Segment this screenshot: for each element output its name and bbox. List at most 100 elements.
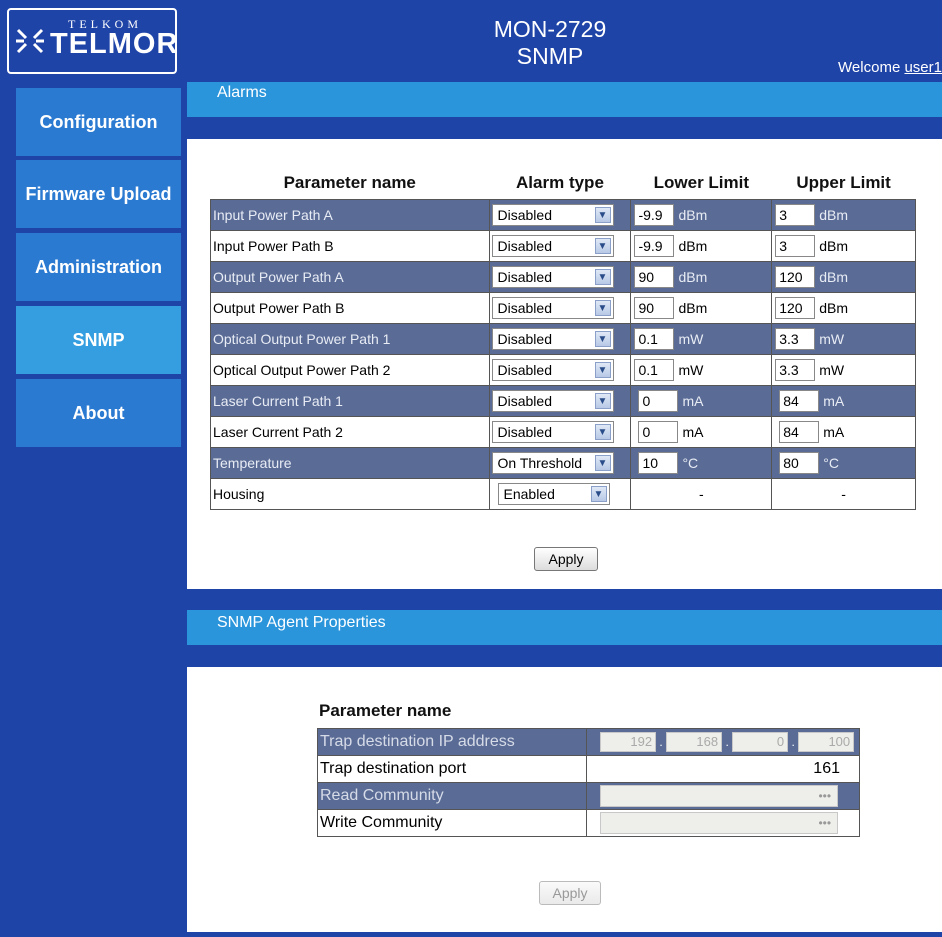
alarm-type-select[interactable]: Disabled ▼ [491,266,614,288]
chevron-down-icon[interactable]: ▼ [594,393,611,409]
alarm-type-cell: Disabled ▼ [488,230,632,262]
lower-limit-cell: 0.1 mW [630,323,773,355]
upper-limit-input[interactable]: 80 [779,452,820,474]
table-row: Input Power Path B Disabled ▼ -9.9 dBm 3 dBm [210,230,916,262]
parameter-name: Laser Current Path 1 [210,385,490,417]
parameter-name: Housing [210,478,490,510]
lower-limit-unit: dBm [678,269,708,285]
page-name: SNMP [516,43,584,69]
alarm-type-cell: Disabled ▼ [488,261,632,293]
alarm-type-value: Disabled [497,424,552,440]
chevron-down-icon[interactable]: ▼ [594,238,611,254]
upper-limit-unit: °C [823,455,839,471]
trap-ip-cell: 192 . 168 . 0 . 100 [586,728,860,756]
alarms-apply-button[interactable]: Apply [534,547,598,571]
alarm-type-value: Disabled [497,331,552,347]
upper-limit-input[interactable]: 84 [779,390,820,412]
col-header-parameter: Parameter name [283,173,416,192]
alarm-type-select[interactable]: Disabled ▼ [491,328,614,350]
trap-ip-octet-4[interactable]: 100 [798,732,855,752]
parameter-name: Optical Output Power Path 1 [210,323,490,355]
table-row: Write Community ••• [316,809,860,837]
lower-limit-unit: mW [678,362,704,378]
upper-limit-unit: mA [823,424,845,440]
upper-limit-input[interactable]: 3.3 [775,359,816,381]
upper-limit-input[interactable]: 84 [779,421,820,443]
snmp-apply-button[interactable]: Apply [539,881,601,905]
nav-label: SNMP [72,329,125,350]
read-community-label: Read Community [316,782,588,810]
lower-limit-input[interactable]: 90 [634,266,675,288]
upper-limit-input[interactable]: 3 [775,235,816,257]
chevron-down-icon[interactable]: ▼ [594,424,611,440]
table-row: Temperature On Threshold ▼ 10 °C 80 °C [210,447,916,479]
alarm-type-value: On Threshold [497,455,583,471]
alarm-type-value: Disabled [497,393,552,409]
parameter-name: Temperature [210,447,490,479]
lower-limit-input[interactable]: -9.9 [634,235,675,257]
nav-snmp[interactable]: SNMP [16,306,181,374]
welcome-text: Welcome user1 [838,59,942,76]
chevron-down-icon[interactable]: ▼ [594,362,611,378]
lower-limit-input[interactable]: -9.9 [634,204,675,226]
parameter-name: Optical Output Power Path 2 [210,354,490,386]
parameter-name: Output Power Path B [210,292,490,324]
alarm-type-select[interactable]: Disabled ▼ [491,297,614,319]
nav-firmware-upload[interactable]: Firmware Upload [16,160,181,228]
upper-limit-input[interactable]: 120 [775,297,816,319]
lower-limit-input[interactable]: 90 [634,297,675,319]
chevron-down-icon[interactable]: ▼ [594,207,611,223]
upper-limit-unit: mA [823,393,845,409]
upper-limit-input[interactable]: 120 [775,266,816,288]
alarm-type-select[interactable]: On Threshold ▼ [491,452,614,474]
alarm-type-value: Disabled [497,362,552,378]
trap-port-value[interactable]: 161 [586,755,860,783]
nav-administration[interactable]: Administration [16,233,181,301]
upper-limit-input[interactable]: 3.3 [775,328,816,350]
lower-limit-cell: 90 dBm [630,261,773,293]
alarm-type-value: Enabled [503,486,555,502]
upper-limit-unit: dBm [819,269,849,285]
parameter-name: Laser Current Path 2 [210,416,490,448]
read-community-input[interactable]: ••• [600,785,839,807]
lower-limit-input[interactable]: 10 [638,452,679,474]
section-divider [187,645,942,667]
trap-ip-octet-2[interactable]: 168 [666,732,723,752]
write-community-cell: ••• [586,809,860,837]
write-community-input[interactable]: ••• [600,812,839,834]
alarms-table: Parameter name Alarm type Lower Limit Up… [210,167,916,510]
alarm-type-value: Disabled [497,300,552,316]
alarm-type-select[interactable]: Disabled ▼ [491,359,614,381]
table-row: Read Community ••• [316,782,860,810]
lower-limit-input[interactable]: 0.1 [634,359,675,381]
chevron-down-icon[interactable]: ▼ [594,300,611,316]
upper-limit-cell: 120 dBm [771,261,916,293]
lower-limit-input[interactable]: 0 [638,421,679,443]
snmp-col-header: Parameter name [319,701,452,720]
nav-about[interactable]: About [16,379,181,447]
lower-limit-input[interactable]: 0.1 [634,328,675,350]
upper-limit-input[interactable]: 3 [775,204,816,226]
trap-ip-octet-3[interactable]: 0 [732,732,789,752]
upper-limit-cell: 120 dBm [771,292,916,324]
chevron-down-icon[interactable]: ▼ [594,455,611,471]
lower-limit-input[interactable]: 0 [638,390,679,412]
trap-ip-octet-1[interactable]: 192 [600,732,657,752]
lower-limit-cell: -9.9 dBm [630,199,773,231]
alarms-title: Alarms [217,84,267,101]
col-header-alarm-type: Alarm type [516,173,604,192]
nav-configuration[interactable]: Configuration [16,88,181,156]
upper-limit-cell: 3 dBm [771,230,916,262]
chevron-down-icon[interactable]: ▼ [594,269,611,285]
alarm-type-select[interactable]: Disabled ▼ [491,390,614,412]
chevron-down-icon[interactable]: ▼ [594,331,611,347]
alarm-type-select[interactable]: Enabled ▼ [497,483,610,505]
write-community-label: Write Community [316,809,588,837]
upper-limit-unit: mW [819,331,845,347]
chevron-down-icon[interactable]: ▼ [590,486,607,502]
upper-limit-unit: dBm [819,207,849,223]
alarm-type-select[interactable]: Disabled ▼ [491,235,614,257]
alarm-type-select[interactable]: Disabled ▼ [491,204,614,226]
alarm-type-select[interactable]: Disabled ▼ [491,421,614,443]
user-link[interactable]: user1 [904,59,942,76]
